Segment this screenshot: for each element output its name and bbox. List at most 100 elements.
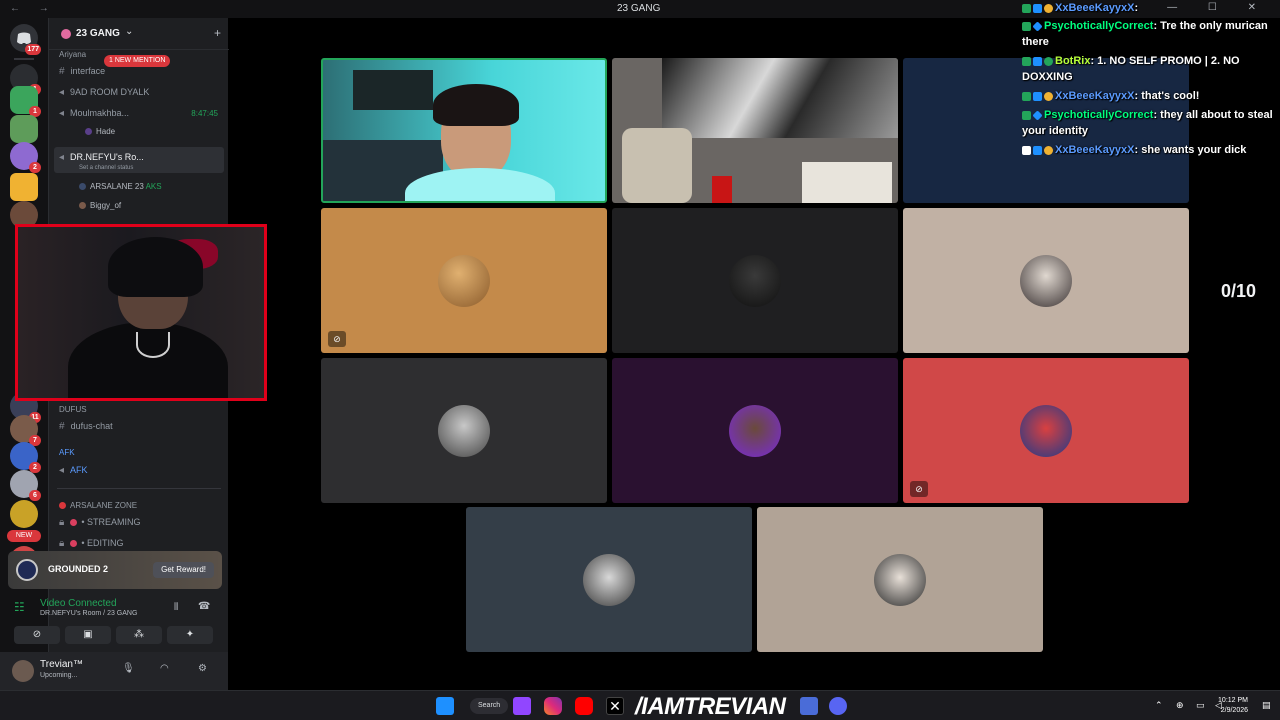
network-icon[interactable]: ⊕ — [1176, 700, 1184, 711]
channel-dot — [70, 519, 78, 527]
video-tile-speaking[interactable] — [321, 58, 607, 203]
video-tile[interactable]: ⊘ — [903, 358, 1189, 503]
server-icon[interactable]: 7 — [10, 415, 41, 446]
x-icon[interactable]: ✕ — [606, 697, 624, 715]
new-mention-badge[interactable]: 1 NEW MENTION — [104, 55, 171, 67]
clock-time: 10:12 PM — [1218, 697, 1248, 704]
add-member-icon[interactable]: + — [214, 26, 221, 40]
activities-button[interactable]: ⁂ — [116, 626, 162, 644]
gear-icon[interactable]: ⚙︎ — [198, 663, 207, 674]
taskbar-app-icon[interactable] — [800, 697, 818, 715]
channel-interface[interactable]: # interface — [59, 66, 105, 77]
muted-icon: ⊘ — [328, 331, 346, 347]
chat-message: BotRix: 1. NO SELF PROMO | 2. NO DOXXING — [1022, 53, 1278, 85]
badge-icon — [1022, 145, 1031, 155]
rail-divider — [14, 58, 34, 60]
voice-timer: 8:47:45 — [191, 109, 218, 118]
server-icon[interactable]: 2 — [10, 442, 41, 473]
channel-editing[interactable]: 🔒︎ • EDITING — [59, 538, 123, 549]
camera-toggle-button[interactable]: ⊘ — [14, 626, 60, 644]
divider — [57, 488, 221, 489]
server-icon[interactable] — [10, 500, 38, 528]
avatar[interactable] — [12, 660, 34, 682]
video-tile[interactable] — [903, 208, 1189, 353]
badge-icon — [1044, 145, 1053, 155]
back-forward-nav[interactable]: ← → — [10, 3, 57, 14]
notification-icon[interactable]: ▤ — [1262, 700, 1271, 711]
instagram-icon[interactable] — [544, 697, 562, 715]
voice-status[interactable]: Video Connected — [40, 598, 117, 609]
channel-ariyana[interactable]: Ariyana — [59, 50, 86, 59]
chevron-down-icon: ⌄ — [125, 26, 134, 37]
server-icon[interactable]: 1 — [10, 86, 41, 117]
avatar — [583, 553, 635, 606]
server-icon[interactable]: 2 — [10, 142, 41, 173]
badge-icon — [1044, 56, 1053, 66]
twitch-icon[interactable] — [513, 697, 531, 715]
video-tile[interactable] — [612, 358, 898, 503]
noise-suppression-icon[interactable]: ⫴ — [174, 602, 178, 613]
lock-icon: 🔒︎ — [59, 538, 65, 549]
taskbar-search[interactable]: Search — [470, 698, 508, 714]
soundboard-button[interactable]: ✦ — [167, 626, 213, 644]
username[interactable]: Trevian™ — [40, 659, 83, 670]
server-icon[interactable]: 6 — [10, 470, 41, 501]
voice-channel-afk[interactable]: ◂ AFK — [59, 465, 88, 476]
guild-header[interactable]: 23 GANG ⌄ + — [49, 18, 229, 50]
text-channel-dufus-chat[interactable]: # dufus-chat — [59, 421, 113, 432]
get-reward-button[interactable]: Get Reward! — [153, 562, 214, 578]
channel-status[interactable]: Set a channel status — [79, 165, 133, 171]
channel-streaming[interactable]: 🔒︎ • STREAMING — [59, 517, 140, 528]
chevron-up-icon[interactable]: ⌃ — [1155, 700, 1163, 711]
game-promo-banner[interactable]: GROUNDED 2 Get Reward! — [8, 551, 222, 589]
disconnect-icon[interactable]: ☎ — [198, 601, 210, 612]
discord-icon[interactable] — [829, 697, 847, 715]
new-pill[interactable]: NEW — [7, 530, 41, 542]
microphone-icon[interactable]: 🎙︎ — [122, 663, 135, 674]
chat-message: XxBeeeKayyxX: that's cool! — [1022, 88, 1278, 104]
video-tile[interactable]: ⊘ — [321, 208, 607, 353]
channel-label: AFK — [70, 465, 88, 475]
direct-messages-button[interactable]: 177 — [10, 24, 41, 55]
member-name: Hade — [96, 127, 116, 136]
badge-icon — [1032, 110, 1043, 121]
video-tile[interactable] — [612, 58, 898, 203]
screen-share-icon: ▣ — [83, 629, 93, 640]
video-tile[interactable] — [757, 507, 1043, 652]
category-dufus[interactable]: DUFUS — [59, 405, 87, 414]
headphones-icon[interactable]: ◠ — [160, 663, 169, 674]
channel-label: 9AD ROOM DYALK — [70, 87, 150, 97]
speaker-icon: ◂ — [59, 465, 65, 476]
avatar — [729, 254, 781, 307]
signal-icon[interactable]: ☷ — [14, 600, 25, 614]
category-icon — [59, 502, 66, 510]
screen-share-button[interactable]: ▣ — [65, 626, 111, 644]
voice-channel-9ad-room[interactable]: ◂ 9AD ROOM DYALK — [59, 87, 149, 98]
avatar — [438, 404, 490, 457]
display-icon[interactable]: ▭ — [1196, 700, 1205, 711]
avatar — [874, 553, 926, 606]
system-clock[interactable]: 10:12 PM 2/9/2026 — [1218, 696, 1248, 716]
voice-channel-dr-nefyu[interactable]: ◂ DR.NEFYU's Ro... — [59, 152, 144, 163]
server-icon[interactable] — [10, 115, 38, 143]
voice-channel-moulmakhba[interactable]: ◂ Moulmakhba... — [59, 108, 129, 119]
camera-off-icon: ⊘ — [32, 629, 42, 640]
badge-icon — [1044, 3, 1053, 13]
voice-member-biggy[interactable]: Biggy_of — [79, 201, 121, 210]
avatar — [1020, 254, 1072, 307]
folder-icon[interactable] — [10, 173, 38, 201]
voice-member-arsalane[interactable]: ARSALANE 23 AKS — [79, 182, 162, 191]
windows-taskbar: Search ✕ /IAMTREVIAN ⌃ ⊕ ▭ ◁ 10:12 PM 2/… — [0, 690, 1280, 720]
category-label: DUFUS — [59, 405, 87, 414]
start-menu-icon[interactable] — [436, 697, 454, 715]
youtube-icon[interactable] — [575, 697, 593, 715]
video-tile[interactable] — [612, 208, 898, 353]
video-tile[interactable] — [466, 507, 752, 652]
badge-icon — [1033, 3, 1042, 13]
badge-icon — [1022, 21, 1031, 31]
badge-icon — [1022, 56, 1031, 66]
voice-member-hade[interactable]: Hade — [85, 127, 115, 136]
video-tile[interactable] — [321, 358, 607, 503]
category-afk[interactable]: AFK — [59, 448, 75, 457]
category-arsalane-zone[interactable]: ARSALANE ZONE — [59, 501, 137, 510]
